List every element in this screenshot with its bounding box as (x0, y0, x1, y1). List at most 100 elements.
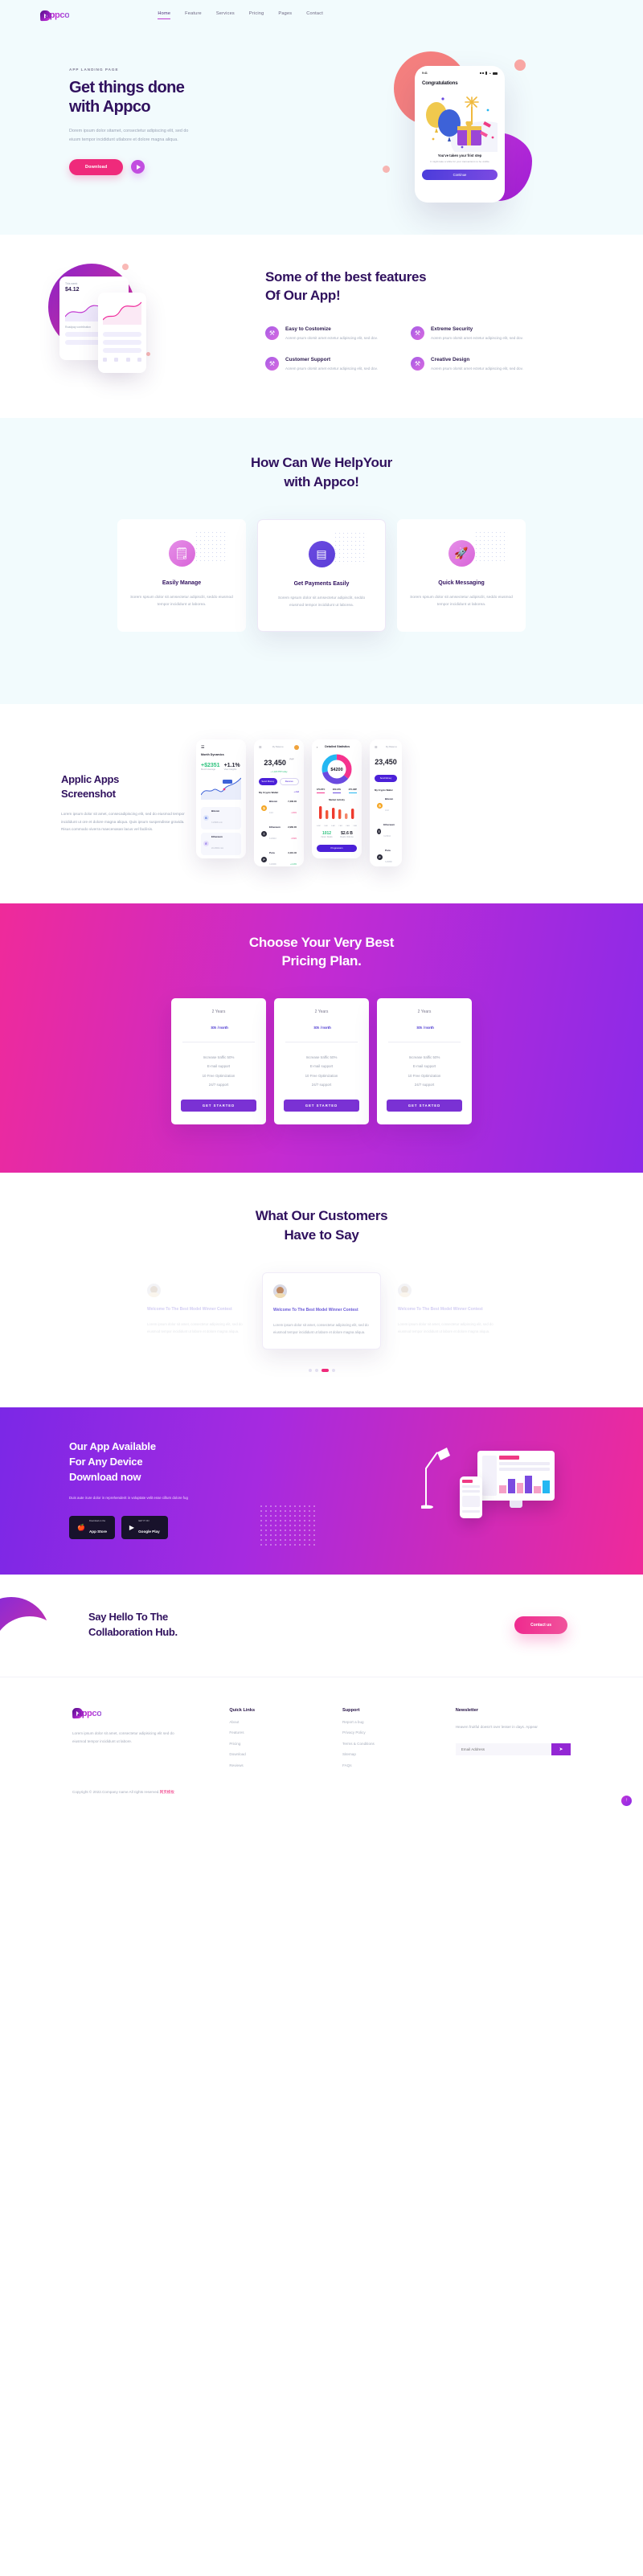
landing-page: appco Home Feature Services Pricing Page… (0, 0, 643, 1819)
feature-item: ⚒ Extreme Security Aorem psum olorsit am… (411, 326, 539, 342)
nav-item-services[interactable]: Services (216, 11, 235, 19)
footer-link-reviews[interactable]: Reviews (229, 1763, 326, 1767)
pricing-title: Choose Your Very Best Pricing Plan. (0, 934, 643, 971)
phone-continue-button[interactable]: Continue (422, 170, 498, 181)
testimonials-carousel[interactable]: Welcome To The Best Model Winner Contest… (0, 1272, 643, 1350)
footer-link-terms-conditions[interactable]: Terms & Conditions (342, 1742, 440, 1746)
copyright: Copyright © 2022.Company name All rights… (72, 1790, 571, 1795)
send-money-button[interactable]: Send Money (259, 777, 277, 785)
nav-item-pages[interactable]: Pages (278, 11, 292, 19)
footer-link-sitemap[interactable]: Sitemap (342, 1752, 440, 1756)
avatar (273, 1284, 287, 1299)
footer-link-download[interactable]: Download (229, 1752, 326, 1756)
pricing-card[interactable]: 2 Years $05/ month Increase traffic 50% … (171, 997, 266, 1125)
plan-price: $05/ month (387, 1018, 462, 1032)
screenshots-carousel[interactable]: ☰ Month Dynamics +$2351 Month Average +1… (196, 739, 402, 866)
cta-copy: Our App Available For Any Device Downloa… (40, 1440, 273, 1539)
carousel-dots[interactable] (0, 1369, 643, 1373)
help-card-easily-manage[interactable]: 🗒 Easily Manage Sorem spsum dolor sit am… (117, 518, 246, 632)
contact-us-button[interactable]: Contact us (514, 1616, 567, 1634)
card-bar-row (103, 348, 141, 353)
newsletter-submit-button[interactable]: ➤ (551, 1743, 571, 1755)
plan-feature: E-mail support (207, 1064, 231, 1069)
plan-price: $05/ month (181, 1018, 256, 1032)
cta-title: Our App Available For Any Device Downloa… (69, 1440, 273, 1485)
google-play-button[interactable]: ▶ GET IT ON Google Play (121, 1516, 168, 1539)
stat-open-deals-label: Open Deals (321, 836, 333, 839)
footer-logo[interactable]: appco (72, 1708, 213, 1719)
footer-link-faqs[interactable]: FAQs (342, 1763, 440, 1767)
logo[interactable]: appco (39, 10, 70, 21)
pricing-card[interactable]: 2 Years $05/ month Increase traffic 50% … (377, 997, 472, 1125)
features-copy: Some of the best features Of Our App! ⚒ … (265, 262, 539, 372)
shot-coin-row[interactable]: B Bitcoin 3.23906 coin (201, 806, 241, 829)
footer-link-report-a-bug[interactable]: Report a bug (342, 1720, 440, 1724)
legend-swatch (317, 792, 325, 794)
download-button[interactable]: Download (69, 158, 124, 175)
avatar[interactable] (293, 744, 299, 750)
nav-item-feature[interactable]: Feature (185, 11, 202, 19)
pricing-card[interactable]: 2 Years $05/ month Increase traffic 50% … (274, 997, 369, 1125)
play-video-button[interactable] (131, 160, 145, 174)
activity-tick: 6 AM (331, 825, 335, 828)
screenshots-copy: Applic Apps Screenshot Lorem ipsum dolor… (32, 772, 185, 833)
carousel-dot[interactable] (331, 1369, 335, 1373)
feature-item: ⚒ Customer Support Aorem psum olorsit am… (265, 356, 393, 373)
features-grid: ⚒ Easy to Costomize Aorem psum olorsit a… (265, 326, 539, 372)
tools-icon: ⚒ (265, 326, 279, 340)
app-screenshot-detailed-statistics[interactable]: ‹ Detailed Statistics $4200 37% BTC 36% … (312, 739, 362, 858)
testimonial-card[interactable]: Welcome To The Best Model Winner Contest… (137, 1272, 256, 1350)
dot-pattern-decoration (334, 530, 367, 565)
menu-icon[interactable]: ☰ (259, 745, 262, 749)
carousel-dot[interactable] (308, 1369, 312, 1373)
menu-icon[interactable]: ☰ (201, 745, 204, 750)
get-started-button[interactable]: GET STARTED (387, 1100, 462, 1112)
help-card-title: Quick Messaging (438, 579, 485, 586)
app-screenshot-month-dynamics[interactable]: ☰ Month Dynamics +$2351 Month Average +1… (196, 739, 246, 858)
card-bar-row (103, 332, 141, 337)
nav-item-contact[interactable]: Contact (306, 11, 323, 19)
shot-coin-row[interactable]: ₿ Bitcoin 0.43 (375, 795, 397, 817)
carousel-dot-active[interactable] (321, 1369, 329, 1373)
help-card-get-payments-easily[interactable]: ▤ Get Payments Easily Sorem spsum dolor … (257, 518, 386, 632)
hero-title-line2: with Appco (69, 97, 151, 116)
nav-item-home[interactable]: Home (158, 11, 171, 19)
carousel-dot[interactable] (314, 1369, 318, 1373)
market-activity-title: Market Activity (329, 798, 345, 802)
shot-coin-row[interactable]: Ξ Ethereum 3.23244 2,960.00 -3.09% (259, 823, 299, 846)
collab-title-line1: Say Hello To The (88, 1610, 168, 1623)
shot-coin-row[interactable]: E Ethereum 20.23904 coin (201, 832, 241, 855)
coin-name: Pura (385, 848, 391, 852)
shot-coin-row[interactable]: Ξ Ethereum 3.23244 (375, 821, 397, 843)
menu-icon[interactable]: ☰ (375, 745, 378, 749)
scroll-to-top-button[interactable]: ↑ (621, 1795, 632, 1806)
coin-sub: 3.29399 (385, 860, 392, 863)
activity-tick: 5 AM (324, 825, 328, 828)
shot-coin-row[interactable]: P Pura 3.29399 3,110.40 +2.23% (259, 849, 299, 866)
get-started-button[interactable]: GET STARTED (284, 1100, 359, 1112)
screenshots-title: Applic Apps Screenshot (61, 772, 185, 801)
plan-feature: 10 Free Optimization (202, 1073, 235, 1078)
shot-coin-row[interactable]: ₿ Bitcoin 0.43 7,306.00 -1.05% (259, 797, 299, 820)
testimonial-card[interactable]: Welcome To The Best Model Winner Contest… (387, 1272, 506, 1350)
app-store-button[interactable]: 🍎 Download on the App Store (69, 1516, 115, 1539)
progression-button[interactable]: Progression (317, 844, 357, 852)
receive-button[interactable]: Receive (279, 777, 299, 785)
shot-title: My Balance (385, 745, 397, 748)
shot-coin-row[interactable]: P Pura 3.29399 (375, 846, 397, 866)
footer-link-pricing[interactable]: Pricing (229, 1742, 326, 1746)
wallet-title: My Crypto Wallet (259, 790, 279, 794)
get-started-button[interactable]: GET STARTED (181, 1100, 256, 1112)
help-card-quick-messaging[interactable]: 🚀 Quick Messaging Sorem spsum dolor sit … (397, 518, 526, 632)
app-screenshot-my-balance[interactable]: ☰ My Balance 23,450 PHP + 1,120 PHP toda… (254, 739, 304, 866)
newsletter-email-input[interactable] (455, 1743, 551, 1755)
send-money-button[interactable]: Send Money (375, 774, 397, 782)
nav-item-pricing[interactable]: Pricing (249, 11, 264, 19)
app-screenshot-my-balance-partial[interactable]: ☰ My Balance 23,450 Send Money My Crypto… (370, 739, 402, 866)
collab-title: Say Hello To The Collaboration Hub. (40, 1610, 178, 1640)
wallet-add-link[interactable]: + Add (294, 791, 299, 793)
testimonial-card-active[interactable]: Welcome To The Best Model Winner Contest… (262, 1272, 381, 1350)
footer-link-privacy-policy[interactable]: Privacy Policy (342, 1730, 440, 1734)
footer-link-features[interactable]: Features (229, 1730, 326, 1734)
footer-link-about[interactable]: About (229, 1720, 326, 1724)
